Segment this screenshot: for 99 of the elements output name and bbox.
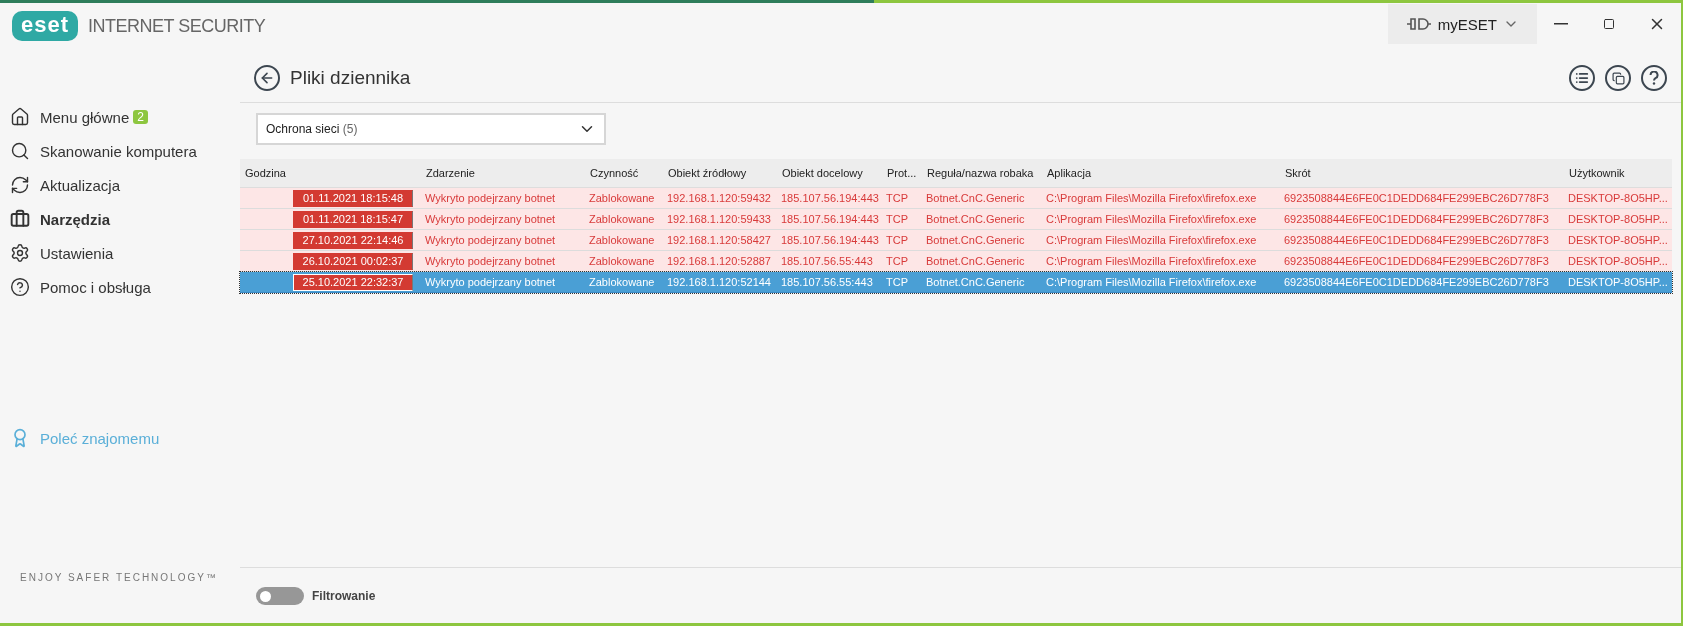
account-button[interactable]: myESET (1387, 4, 1537, 44)
table-cell-text: C:\Program Files\Mozilla Firefox\firefox.exe (1045, 213, 1258, 225)
table-cell-text: C:\Program Files\Mozilla Firefox\firefox.exe (1045, 276, 1258, 288)
time-cell: 25.10.2021 22:32:37 (293, 273, 413, 291)
table-cell-text: TCP (885, 192, 909, 204)
sidebar-label: Menu główne (40, 108, 130, 126)
table-cell-text: TCP (885, 234, 909, 246)
table-cell-text: Zablokowane (588, 213, 656, 225)
table-cell-text: Zablokowane (588, 255, 656, 267)
table-cell-text: 6923508844E6FE0C1DEDD684FE299EBC26D778F3 (1283, 255, 1550, 267)
table-cell-text: Botnet.CnC.Generic (925, 234, 1026, 246)
table-cell-text: Botnet.CnC.Generic (925, 213, 1026, 225)
sidebar-label: Ustawienia (40, 244, 114, 262)
sidebar-item[interactable]: Menu główne 2 (10, 100, 240, 134)
table-cell-text: C:\Program Files\Mozilla Firefox\firefox.exe (1045, 234, 1258, 246)
search-icon (10, 141, 30, 161)
sidebar-item[interactable]: Skanowanie komputera (10, 134, 240, 168)
copy-button[interactable] (1605, 65, 1631, 91)
table-cell-text: 185.107.56.55:443 (780, 276, 874, 288)
table-cell-text: DESKTOP-8O5HP... (1567, 192, 1669, 204)
sidebar-item[interactable]: Pomoc i obsługa (10, 270, 240, 304)
table-cell-text: Botnet.CnC.Generic (925, 276, 1026, 288)
table-cell-text: Wykryto podejrzany botnet (424, 213, 557, 225)
sidebar-item[interactable]: Ustawienia (10, 236, 240, 270)
log-row[interactable] (240, 272, 1672, 293)
help-button[interactable] (1641, 65, 1667, 91)
table-cell-text: Zablokowane (588, 276, 656, 288)
column-header[interactable]: Obiekt źródłowy (663, 167, 777, 179)
table-cell-text: 192.168.1.120:58427 (666, 234, 772, 246)
settings-icon (10, 243, 30, 263)
refresh-icon (10, 175, 30, 195)
column-header[interactable]: Reguła/nazwa robaka (922, 167, 1042, 179)
toggle-label: Filtrowanie (312, 588, 376, 603)
table-cell-text: TCP (885, 276, 909, 288)
table-cell-text: TCP (885, 213, 909, 225)
home-icon (10, 107, 30, 127)
time-cell: 27.10.2021 22:14:46 (293, 231, 413, 249)
table-cell-text: 6923508844E6FE0C1DEDD684FE299EBC26D778F3 (1283, 213, 1550, 225)
arrow-left-icon (259, 70, 275, 86)
table-cell-text: C:\Program Files\Mozilla Firefox\firefox.exe (1045, 255, 1258, 267)
eset-logo: eset (12, 11, 79, 41)
time-cell: 01.11.2021 18:15:48 (293, 189, 413, 207)
help-icon (10, 277, 30, 297)
column-header[interactable]: Aplikacja (1042, 167, 1280, 179)
table-cell-text: DESKTOP-8O5HP... (1567, 234, 1669, 246)
filter-toggle[interactable] (256, 586, 304, 605)
table-cell-text: Botnet.CnC.Generic (925, 255, 1026, 267)
column-header[interactable]: Zdarzenie (421, 167, 585, 179)
column-header[interactable]: Skrót (1280, 167, 1564, 179)
notification-badge: 2 (133, 110, 148, 124)
table-cell-text: Wykryto podejrzany botnet (424, 255, 557, 267)
table-cell-text: 192.168.1.120:59433 (666, 213, 772, 225)
table-cell-text: 6923508844E6FE0C1DEDD684FE299EBC26D778F3 (1283, 234, 1550, 246)
sidebar-label: Pomoc i obsługa (40, 278, 151, 296)
sidebar-item[interactable]: Aktualizacja (10, 168, 240, 202)
column-header[interactable]: Obiekt docelowy (777, 167, 882, 179)
table-cell-text: C:\Program Files\Mozilla Firefox\firefox.exe (1045, 192, 1258, 204)
product-name: INTERNET SECURITY (88, 15, 266, 37)
sidebar-label: Aktualizacja (40, 176, 121, 194)
maximize-icon (1603, 18, 1615, 30)
sidebar-label: Skanowanie komputera (40, 142, 197, 160)
table-cell-text: 192.168.1.120:52144 (666, 276, 772, 288)
table-cell-text: Botnet.CnC.Generic (925, 192, 1026, 204)
copy-icon (1611, 71, 1625, 85)
table-cell-text: TCP (885, 255, 909, 267)
column-header[interactable]: Prot... (882, 167, 922, 179)
slogan: ENJOY SAFER TECHNOLOGY™ (20, 572, 219, 583)
sidebar-label: Narzędzia (40, 210, 111, 228)
table-cell-text: 192.168.1.120:59432 (666, 192, 772, 204)
table-cell-text: Zablokowane (588, 234, 656, 246)
column-header[interactable]: Czynność (585, 167, 663, 179)
table-cell-text: DESKTOP-8O5HP... (1567, 255, 1669, 267)
plug-icon (1405, 17, 1432, 31)
table-cell-text: 185.107.56.194:443 (780, 234, 880, 246)
time-cell: 01.11.2021 18:15:47 (293, 210, 413, 228)
table-cell-text: 185.107.56.194:443 (780, 192, 880, 204)
table-cell-text: 185.107.56.194:443 (780, 213, 880, 225)
back-button[interactable] (254, 65, 280, 91)
time-cell: 26.10.2021 00:02:37 (293, 252, 413, 270)
question-mark-icon (1649, 71, 1659, 85)
table-cell-text: Wykryto podejrzany botnet (424, 234, 557, 246)
table-cell-text: DESKTOP-8O5HP... (1567, 276, 1669, 288)
table-cell-text: Wykryto podejrzany botnet (424, 276, 557, 288)
briefcase-icon (10, 209, 30, 229)
table-cell-text: 192.168.1.120:52887 (666, 255, 772, 267)
column-header[interactable]: Użytkownik (1564, 167, 1677, 179)
table-cell-text: Wykryto podejrzany botnet (424, 192, 557, 204)
sidebar-item[interactable]: Narzędzia (10, 202, 240, 236)
list-button[interactable] (1569, 65, 1595, 91)
table-cell-text: 6923508844E6FE0C1DEDD684FE299EBC26D778F3 (1283, 276, 1550, 288)
table-cell-text: 6923508844E6FE0C1DEDD684FE299EBC26D778F3 (1283, 192, 1550, 204)
column-header[interactable]: Godzina (240, 167, 421, 179)
table-cell-text: DESKTOP-8O5HP... (1567, 213, 1669, 225)
table-cell-text: Zablokowane (588, 192, 656, 204)
table-cell-text: 185.107.56.55:443 (780, 255, 874, 267)
log-type-dropdown[interactable]: Ochrona sieci (5) (256, 113, 606, 145)
list-icon (1575, 71, 1589, 85)
page-title: Pliki dziennika (290, 67, 411, 89)
minimize-icon (1554, 23, 1568, 25)
